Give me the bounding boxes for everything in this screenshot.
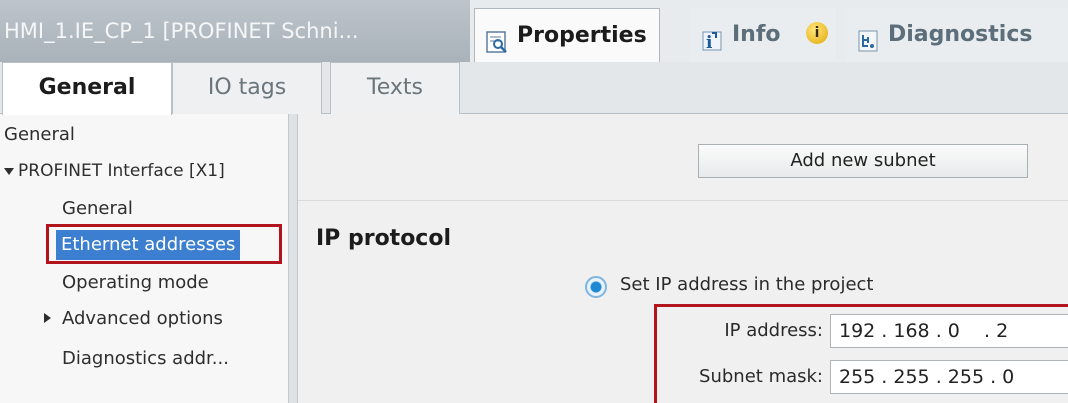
- nav-item-general[interactable]: General: [4, 120, 75, 150]
- inspector-top-bar: HMI_1.IE_CP_1 [PROFINET Schni... Propert…: [0, 0, 1068, 62]
- subtab-texts[interactable]: Texts: [330, 62, 460, 114]
- ethernet-addresses-highlight-box: [46, 224, 282, 264]
- window-title: HMI_1.IE_CP_1 [PROFINET Schni...: [0, 0, 470, 62]
- panel-splitter[interactable]: [288, 114, 298, 403]
- subtab-io-tags[interactable]: IO tags: [172, 62, 322, 114]
- subnet-mask-field[interactable]: 255 . 255 . 255 . 0: [830, 360, 1068, 394]
- ip-protocol-heading: IP protocol: [316, 226, 452, 251]
- info-icon: i: [700, 23, 724, 53]
- properties-main-panel: Add new subnet IP protocol Set IP addres…: [298, 114, 1068, 403]
- tab-info-label: Info: [732, 22, 781, 47]
- subtab-general[interactable]: General: [2, 62, 172, 115]
- nav-item-profinet-interface[interactable]: PROFINET Interface [X1]: [18, 156, 225, 186]
- add-new-subnet-button[interactable]: Add new subnet: [698, 144, 1028, 178]
- nav-item-interface-general[interactable]: General: [62, 194, 133, 224]
- set-ip-in-project-label: Set IP address in the project: [620, 274, 874, 295]
- property-navigation-tree: General PROFINET Interface [X1] General …: [0, 114, 288, 403]
- section-divider: [298, 200, 1068, 201]
- set-ip-in-project-radio[interactable]: [585, 276, 607, 298]
- tab-diagnostics-label: Diagnostics: [888, 22, 1033, 47]
- subnet-mask-label: Subnet mask:: [699, 366, 823, 387]
- svg-text:i: i: [706, 33, 713, 53]
- nav-item-diagnostics-addresses[interactable]: Diagnostics addr...: [62, 344, 229, 374]
- diagnostics-icon: [856, 23, 880, 52]
- properties-icon: [485, 24, 509, 53]
- sub-tab-bar: General IO tags Texts: [0, 62, 1068, 115]
- expand-down-arrow-icon[interactable]: [4, 168, 14, 175]
- expand-right-arrow-icon[interactable]: [44, 313, 51, 323]
- tab-properties-label: Properties: [517, 22, 647, 48]
- tab-properties[interactable]: Properties: [474, 8, 660, 62]
- ip-address-field[interactable]: 192 . 168 . 0 . 2: [830, 314, 1068, 348]
- tab-diagnostics[interactable]: Diagnostics: [846, 8, 1068, 62]
- nav-item-advanced-options[interactable]: Advanced options: [62, 304, 223, 334]
- ip-address-label: IP address:: [724, 320, 823, 341]
- nav-item-operating-mode[interactable]: Operating mode: [62, 268, 209, 298]
- info-badge-icon[interactable]: i: [806, 22, 828, 44]
